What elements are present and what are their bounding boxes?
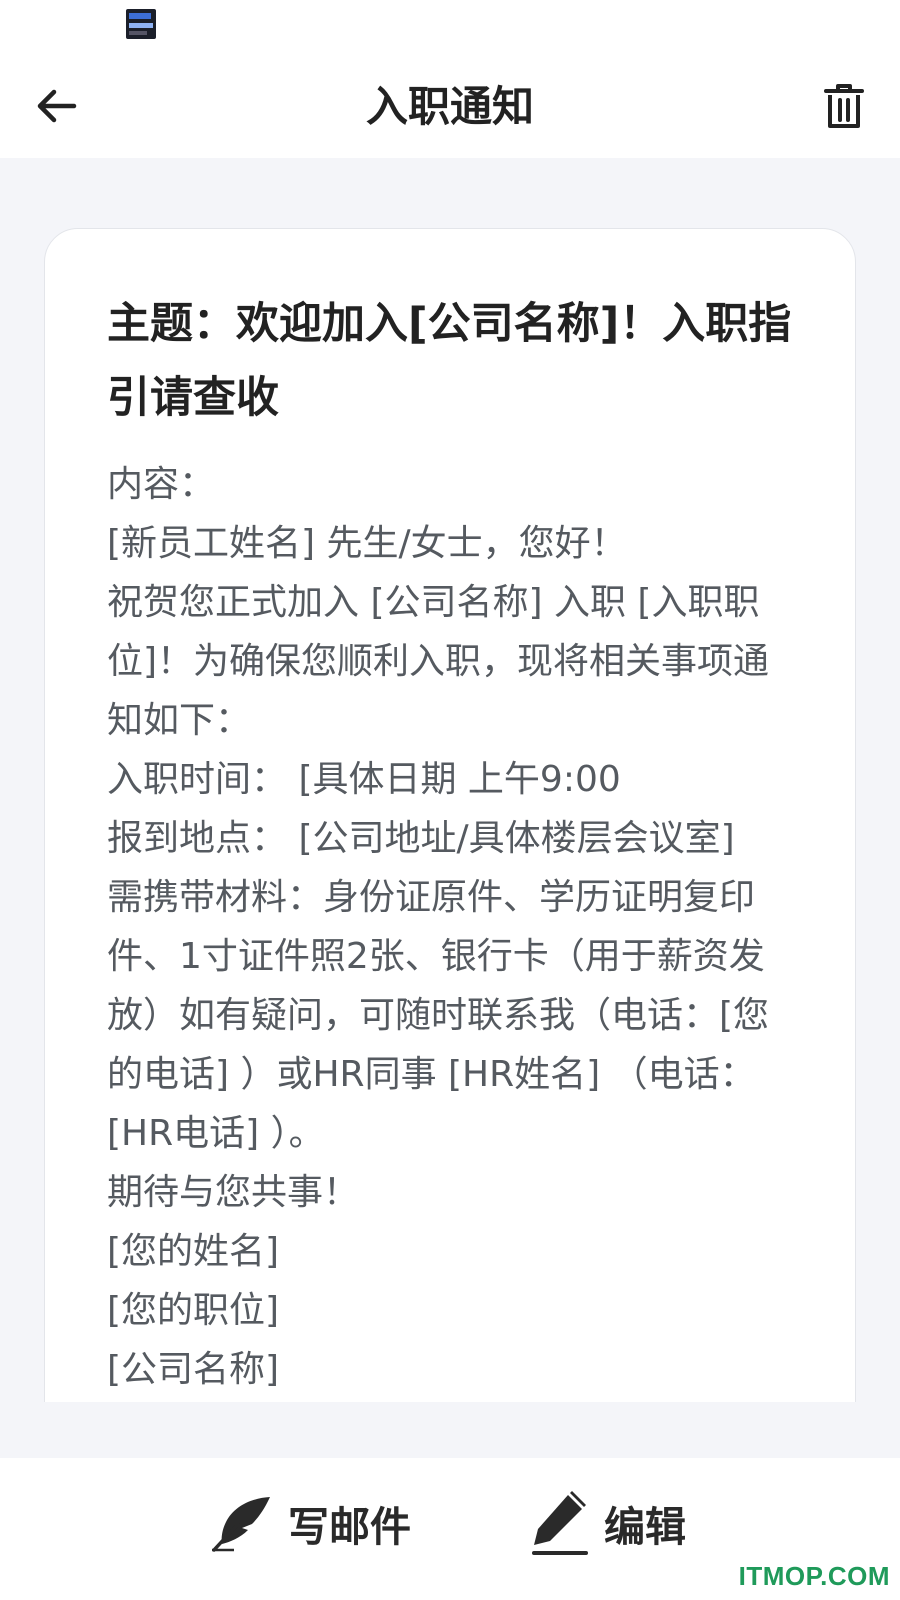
watermark-text: ITMOP.COM [738, 1561, 890, 1591]
pencil-icon [532, 1491, 588, 1555]
email-card: 主题：欢迎加入[公司名称]！入职指引请查收 内容： [新员工姓名] 先生/女士，… [44, 228, 856, 1402]
screen: 入职通知 主题：欢迎加入[公司名称]！入职指引请查收 内容： [新员工姓名] 先… [0, 0, 900, 1600]
email-body-line: 内容： [107, 464, 216, 505]
email-body-line: 报到地点： [公司地址/具体楼层会议室] [107, 818, 735, 859]
compose-email-label: 写邮件 [288, 1503, 411, 1551]
edit-button[interactable]: 编辑 [530, 1488, 686, 1558]
email-scroll-area[interactable]: 主题：欢迎加入[公司名称]！入职指引请查收 内容： [新员工姓名] 先生/女士，… [44, 228, 856, 1402]
status-bar [0, 0, 900, 56]
email-body-line: [您的职位] [107, 1290, 280, 1331]
email-body-line: 入职时间： [具体日期 上午9:00 [107, 759, 621, 800]
notification-app-icon [126, 9, 156, 39]
app-header: 入职通知 [0, 56, 900, 158]
email-subject: 主题：欢迎加入[公司名称]！入职指引请查收 [107, 299, 792, 423]
email-body-line: [新员工姓名] 先生/女士，您好！ [107, 523, 627, 564]
email-body-line: 需携带材料：身份证原件、学历证明复印件、1寸证件照2张、银行卡（用于薪资发放）如… [107, 877, 770, 1154]
compose-email-button[interactable]: 写邮件 [212, 1488, 411, 1558]
page-title: 入职通知 [365, 82, 534, 131]
email-body-line: [您的姓名] [107, 1231, 280, 1272]
email-body-line: 祝贺您正式加入 [公司名称] 入职 [入职职位]！为确保您顺利入职，现将相关事项… [107, 582, 770, 741]
email-body: 内容： [新员工姓名] 先生/女士，您好！ 祝贺您正式加入 [公司名称] 入职 … [107, 455, 795, 1399]
trash-icon [824, 84, 864, 128]
back-button[interactable] [28, 78, 84, 134]
delete-button[interactable] [816, 78, 872, 134]
email-body-line: [公司名称] [107, 1349, 280, 1390]
arrow-left-icon [37, 89, 77, 123]
feather-quill-icon [212, 1497, 270, 1552]
edit-label: 编辑 [604, 1503, 686, 1551]
email-body-line: 期待与您共事！ [107, 1172, 360, 1213]
